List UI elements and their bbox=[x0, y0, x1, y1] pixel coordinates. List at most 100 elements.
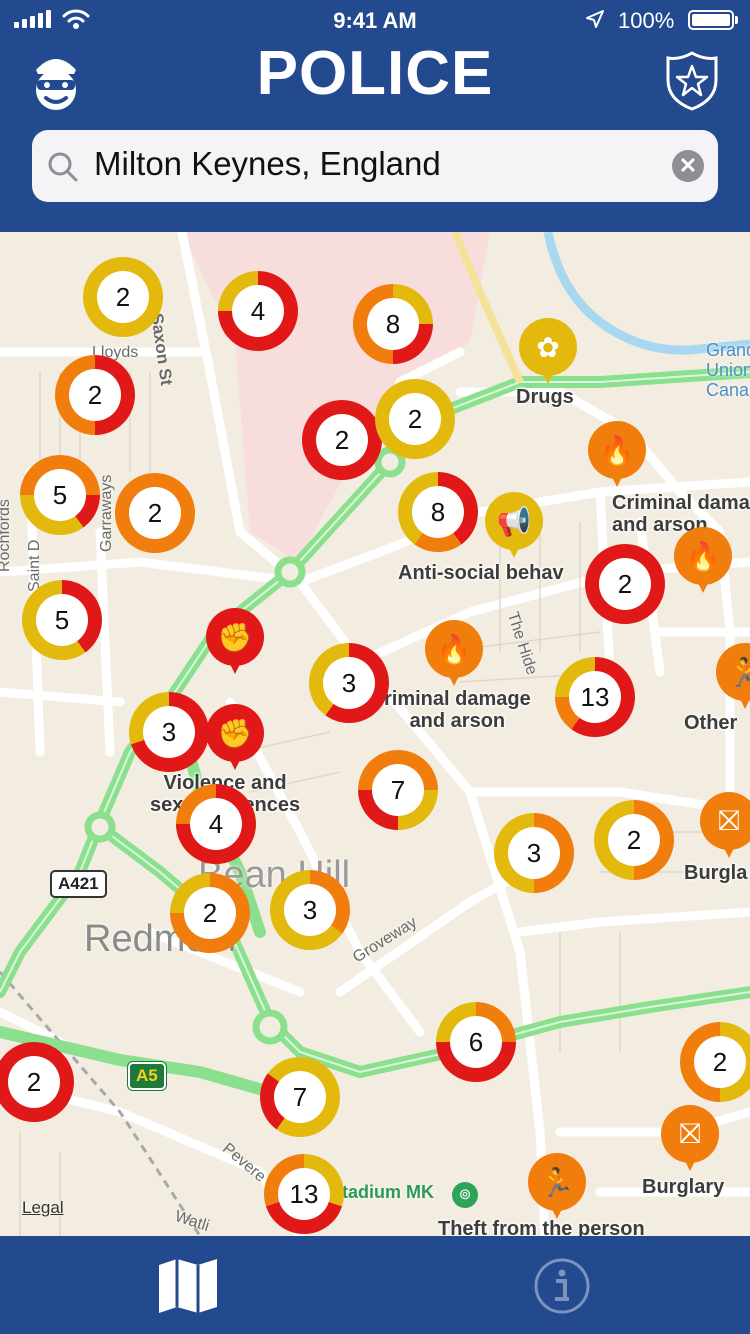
tab-bar bbox=[0, 1236, 750, 1334]
pin-label-burglary-a: Burgla bbox=[684, 862, 748, 884]
running-thief-icon: 🏃 bbox=[528, 1153, 586, 1211]
cluster-count: 6 bbox=[450, 1016, 502, 1068]
crime-cluster[interactable]: 6 bbox=[436, 1002, 516, 1082]
map-icon bbox=[159, 1259, 217, 1313]
cluster-count: 8 bbox=[412, 486, 464, 538]
cluster-count: 8 bbox=[367, 298, 419, 350]
crime-cluster[interactable]: 2 bbox=[83, 257, 163, 337]
app-header: 9:41 AM 100% POLICE Milton Keynes, Engla… bbox=[0, 0, 750, 232]
cluster-count: 3 bbox=[323, 657, 375, 709]
crime-cluster[interactable]: 3 bbox=[270, 870, 350, 950]
crime-cluster[interactable]: 7 bbox=[358, 750, 438, 830]
cluster-count: 2 bbox=[599, 558, 651, 610]
assault-icon: ✊ bbox=[206, 608, 264, 666]
cluster-count: 13 bbox=[569, 671, 621, 723]
cluster-count: 5 bbox=[34, 469, 86, 521]
location-arrow-icon bbox=[586, 10, 604, 28]
crime-pin[interactable]: 🔥 bbox=[674, 527, 732, 599]
cluster-count: 5 bbox=[36, 594, 88, 646]
crime-cluster[interactable]: 7 bbox=[260, 1057, 340, 1137]
cluster-count: 2 bbox=[694, 1036, 746, 1088]
crime-cluster[interactable]: 8 bbox=[353, 284, 433, 364]
status-bar: 9:41 AM 100% bbox=[0, 0, 750, 40]
info-icon bbox=[534, 1258, 590, 1314]
fire-icon: 🔥 bbox=[674, 527, 732, 585]
search-bar[interactable]: Milton Keynes, England ✕ bbox=[32, 130, 718, 202]
crime-cluster[interactable]: 2 bbox=[585, 544, 665, 624]
pin-label-burglary-b: Burglary bbox=[642, 1176, 725, 1198]
crime-cluster[interactable]: 13 bbox=[264, 1154, 344, 1234]
crime-cluster[interactable]: 13 bbox=[555, 657, 635, 737]
running-thief-icon: 🏃 bbox=[716, 643, 750, 701]
burglary-icon: ⛝ bbox=[700, 792, 750, 850]
cluster-count: 3 bbox=[508, 827, 560, 879]
crime-cluster[interactable]: 4 bbox=[218, 271, 298, 351]
cluster-count: 2 bbox=[608, 814, 660, 866]
crime-cluster[interactable]: 3 bbox=[494, 813, 574, 893]
crime-pin[interactable]: 🏃 bbox=[528, 1153, 586, 1225]
cluster-count: 4 bbox=[232, 285, 284, 337]
battery-icon bbox=[688, 10, 734, 30]
crime-pin[interactable]: ✿ bbox=[519, 318, 577, 390]
crime-cluster[interactable]: 4 bbox=[176, 784, 256, 864]
map-label-garraways: Garraways bbox=[98, 474, 115, 552]
crime-cluster[interactable]: 2 bbox=[55, 355, 135, 435]
search-input[interactable]: Milton Keynes, England bbox=[94, 145, 441, 183]
cluster-count: 2 bbox=[8, 1056, 60, 1108]
cluster-count: 13 bbox=[278, 1168, 330, 1220]
map-label-stadium-mk: Stadium MK bbox=[330, 1182, 435, 1202]
crime-pin[interactable]: 🔥 bbox=[588, 421, 646, 493]
crime-cluster[interactable]: 8 bbox=[398, 472, 478, 552]
crime-pin[interactable]: 🔥 bbox=[425, 620, 483, 692]
cluster-count: 7 bbox=[372, 764, 424, 816]
fire-icon: 🔥 bbox=[588, 421, 646, 479]
pin-label-other: Other bbox=[684, 712, 738, 734]
map-label-rochfords: Rochfords bbox=[0, 499, 13, 572]
cluster-count: 2 bbox=[184, 887, 236, 939]
crime-map[interactable]: Lloyds Saxon St Garraways Saint D Rochfo… bbox=[0, 232, 750, 1236]
cluster-count: 2 bbox=[129, 487, 181, 539]
road-shield-a421: A421 bbox=[50, 870, 107, 898]
crime-pin[interactable]: ⛝ bbox=[700, 792, 750, 864]
cluster-count: 3 bbox=[143, 706, 195, 758]
crime-cluster[interactable]: 2 bbox=[594, 800, 674, 880]
tab-map[interactable] bbox=[148, 1246, 228, 1326]
crime-cluster[interactable]: 2 bbox=[302, 400, 382, 480]
cluster-count: 7 bbox=[274, 1071, 326, 1123]
pin-label-criminal-damage-b: riminal damage and arson bbox=[384, 688, 531, 732]
road-shield-a5: A5 bbox=[128, 1062, 166, 1090]
clear-search-icon[interactable]: ✕ bbox=[672, 150, 704, 182]
battery-cap bbox=[735, 16, 738, 24]
crime-pin[interactable]: ✊ bbox=[206, 608, 264, 680]
app-title: POLICE bbox=[256, 39, 494, 108]
crime-pin[interactable]: 📢 bbox=[485, 492, 543, 564]
cannabis-leaf-icon: ✿ bbox=[519, 318, 577, 376]
search-icon bbox=[48, 152, 78, 182]
cluster-count: 2 bbox=[97, 271, 149, 323]
tab-info[interactable] bbox=[522, 1246, 602, 1326]
cluster-count: 4 bbox=[190, 798, 242, 850]
crime-pin[interactable]: ✊ bbox=[206, 704, 264, 776]
crime-pin[interactable]: ⛝ bbox=[661, 1105, 719, 1177]
crime-cluster[interactable]: 3 bbox=[129, 692, 209, 772]
legal-link[interactable]: Legal bbox=[22, 1198, 64, 1218]
crime-cluster[interactable]: 5 bbox=[22, 580, 102, 660]
cluster-count: 3 bbox=[284, 884, 336, 936]
fire-icon: 🔥 bbox=[425, 620, 483, 678]
crime-cluster[interactable]: 2 bbox=[0, 1042, 74, 1122]
cluster-count: 2 bbox=[389, 393, 441, 445]
crime-cluster[interactable]: 2 bbox=[170, 873, 250, 953]
assault-icon: ✊ bbox=[206, 704, 264, 762]
crime-cluster[interactable]: 2 bbox=[375, 379, 455, 459]
police-badge-icon[interactable] bbox=[664, 50, 720, 112]
cluster-count: 2 bbox=[316, 414, 368, 466]
stadium-icon: ⊚ bbox=[452, 1182, 478, 1208]
crime-cluster[interactable]: 2 bbox=[115, 473, 195, 553]
crime-cluster[interactable]: 5 bbox=[20, 455, 100, 535]
burglary-icon: ⛝ bbox=[661, 1105, 719, 1163]
crime-cluster[interactable]: 3 bbox=[309, 643, 389, 723]
crime-pin[interactable]: 🏃 bbox=[716, 643, 750, 715]
crime-cluster[interactable]: 2 bbox=[680, 1022, 750, 1102]
map-label-grand-union-canal: Grand Union Canal bbox=[706, 340, 750, 400]
cluster-count: 2 bbox=[69, 369, 121, 421]
